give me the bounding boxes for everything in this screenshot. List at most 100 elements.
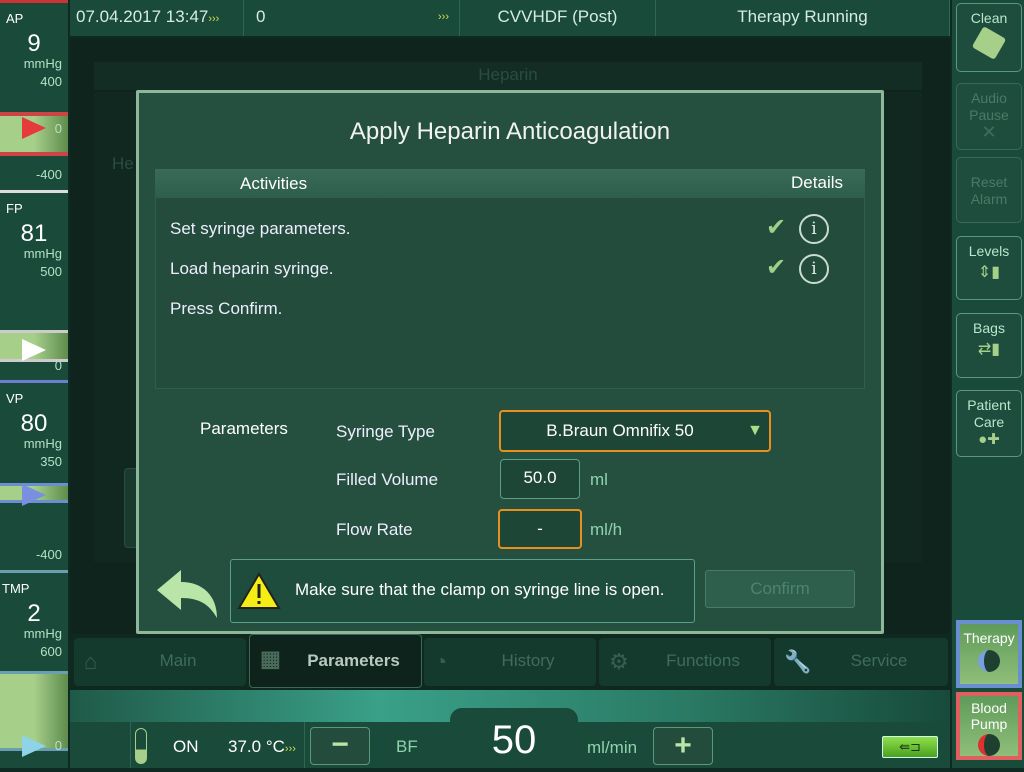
gauge-label: VP (6, 391, 24, 406)
pressure-arrow-icon (22, 339, 46, 361)
audio-pause-button[interactable]: Audio Pause ✕ (956, 83, 1022, 150)
button-label: Blood Pump (970, 700, 1008, 732)
pressure-arrow-icon (22, 117, 46, 139)
back-arrow-icon[interactable] (155, 568, 221, 620)
filled-volume-input[interactable]: 50.0 (500, 459, 580, 499)
flow-rate-unit: ml/h (590, 520, 623, 539)
tick: 350 (40, 454, 62, 469)
background-title: Heparin (94, 62, 922, 90)
tab-functions[interactable]: ⚙ Functions (599, 638, 771, 686)
temperature-value: 37.0 (228, 737, 262, 756)
tab-history[interactable]: ◔ History (424, 638, 596, 686)
battery-mains-icon: ⇚⊐ (882, 736, 938, 758)
background-text: He (112, 154, 134, 173)
check-icon: ✔ (766, 214, 787, 241)
gauge-tmp[interactable]: TMP 2 mmHg 600 0 (0, 570, 68, 760)
temperature-unit: °C (265, 737, 285, 756)
pump-icon (978, 734, 1000, 756)
patient-care-icon: ●✚ (978, 431, 1000, 448)
button-label: Patient Care (967, 397, 1011, 430)
gauge-value: 9 (27, 30, 41, 57)
syringe-type-dropdown[interactable]: B.Braun Omnifix 50 ▼ (499, 410, 771, 452)
button-label: Clean (970, 10, 1008, 26)
check-icon: ✔ (766, 254, 787, 281)
increase-bf-button[interactable]: + (653, 727, 713, 765)
gauge-value: 81 (20, 220, 48, 247)
blood-flow-value: 50 (450, 708, 578, 768)
confirm-button[interactable]: Confirm (705, 570, 855, 608)
tab-label: Service (850, 651, 908, 670)
tab-service[interactable]: 🔧 Service (774, 638, 948, 686)
activity-item: Press Confirm. (170, 299, 283, 318)
gauge-fp[interactable]: FP 81 mmHg 500 0 (0, 190, 68, 380)
activity-item: Load heparin syringe. (170, 259, 334, 278)
info-icon[interactable]: i (799, 254, 829, 284)
column-activities: Activities (240, 174, 308, 193)
button-label: Reset Alarm (970, 174, 1008, 207)
dropdown-arrow-icon: ▼ (747, 422, 763, 439)
counter-text: 0 (256, 7, 266, 26)
syringe-type-value: B.Braun Omnifix 50 (546, 421, 694, 440)
temperature: 37.0 °C››› (228, 737, 296, 757)
clean-button[interactable]: Clean (956, 3, 1022, 72)
tab-main[interactable]: ⌂ Main (74, 638, 246, 686)
bell-crossed-icon: ✕ (981, 122, 997, 142)
levels-button[interactable]: Levels ⇕▮ (956, 236, 1022, 300)
column-details: Details (791, 173, 843, 192)
tick: -400 (35, 167, 62, 182)
tick: 400 (40, 74, 62, 89)
thermometer-icon (135, 728, 147, 764)
reset-alarm-button[interactable]: Reset Alarm (956, 157, 1022, 223)
bf-label: BF (396, 737, 418, 756)
bags-button[interactable]: Bags ⇄▮ (956, 313, 1022, 378)
decrease-bf-button[interactable]: − (310, 727, 370, 765)
warning-icon (237, 572, 281, 609)
filled-volume-unit: ml (590, 470, 608, 489)
pump-icon (978, 650, 1000, 672)
tick: -400 (35, 547, 62, 562)
bf-unit: ml/min (587, 738, 638, 757)
gauge-unit: mmHg (23, 436, 62, 451)
gauge-value: 80 (20, 410, 48, 437)
tick: 0 (54, 121, 62, 136)
gauge-ap[interactable]: AP 9 mmHg 400 0 -400 (0, 0, 68, 190)
button-label: Bags (973, 320, 1005, 336)
activities-header: Activities Details (155, 169, 865, 197)
gauge-value: 2 (27, 600, 41, 627)
heater-status[interactable]: ON (173, 737, 199, 757)
therapy-mode: CVVHDF (Post) (460, 0, 656, 36)
info-icon[interactable]: i (799, 214, 829, 244)
filled-volume-label: Filled Volume (336, 470, 439, 489)
datetime: 07.04.2017 13:47››› (70, 0, 244, 36)
counter-field[interactable]: 0 ››› (244, 0, 460, 36)
bag-change-icon: ⇄▮ (977, 341, 1001, 358)
tab-label: Parameters (307, 651, 400, 670)
chevrons-icon: ››› (438, 11, 449, 23)
gauge-unit: mmHg (23, 626, 62, 641)
warning-box: Make sure that the clamp on syringe line… (230, 559, 695, 623)
gauge-unit: mmHg (23, 246, 62, 261)
chevrons-icon: ››› (208, 13, 220, 25)
therapy-status: Therapy Running (656, 0, 950, 36)
button-label: Levels (968, 243, 1010, 259)
activity-item: Set syringe parameters. (170, 219, 351, 238)
gauge-unit: mmHg (23, 56, 62, 71)
flow-rate-input[interactable]: - (498, 509, 582, 549)
pressure-arrow-icon (22, 484, 46, 506)
tab-label: Functions (666, 651, 740, 670)
dialog-title: Apply Heparin Anticoagulation (349, 118, 671, 145)
levels-icon: ⇕▮ (977, 264, 1001, 281)
warning-text: Make sure that the clamp on syringe line… (295, 580, 665, 599)
patient-care-button[interactable]: Patient Care ●✚ (956, 390, 1022, 457)
gauge-label: FP (6, 201, 23, 216)
tab-label: Main (159, 651, 197, 670)
gauge-vp[interactable]: VP 80 mmHg 350 -400 (0, 380, 68, 570)
button-label: Audio Pause (969, 90, 1009, 123)
gauge-label: AP (6, 11, 24, 26)
pressure-arrow-icon (22, 735, 46, 757)
therapy-button[interactable]: Therapy (956, 620, 1022, 688)
tab-parameters[interactable]: ▦ Parameters (249, 634, 422, 688)
tick: 0 (54, 738, 62, 753)
tick: 0 (54, 358, 62, 373)
blood-pump-button[interactable]: Blood Pump (956, 692, 1022, 760)
